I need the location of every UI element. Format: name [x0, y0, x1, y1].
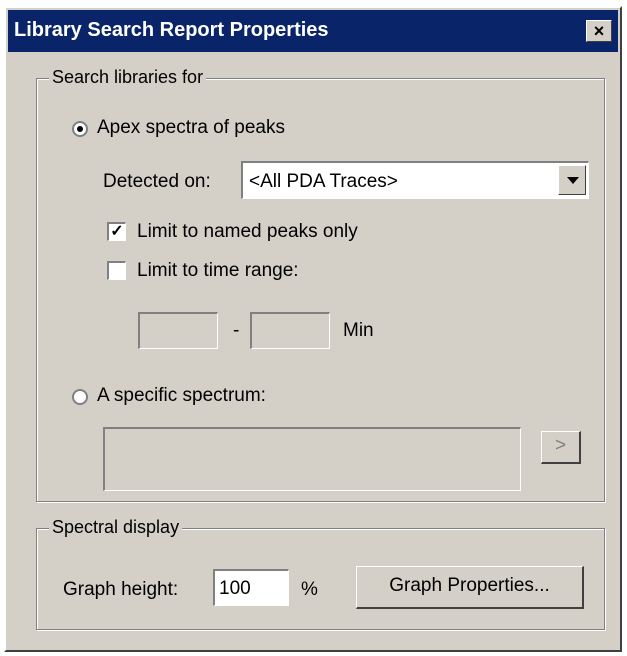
time-unit-label: Min	[343, 320, 374, 341]
graph-properties-label: Graph Properties...	[389, 575, 550, 596]
dialog-title: Library Search Report Properties	[14, 19, 329, 41]
graph-height-value: 100	[219, 578, 251, 599]
browse-spectrum-label: >	[554, 435, 567, 456]
close-button[interactable]: ×	[586, 20, 612, 42]
specific-spectrum-field[interactable]	[103, 427, 521, 491]
chevron-down-icon[interactable]	[558, 165, 586, 195]
spectral-display-group: Spectral display Graph height: 100 % Gra…	[36, 517, 605, 630]
graph-height-input[interactable]: 100	[213, 569, 289, 606]
limit-time-range-checkbox[interactable]	[107, 261, 126, 280]
library-search-report-properties-dialog: Library Search Report Properties × Searc…	[4, 6, 622, 652]
detected-on-value: <All PDA Traces>	[249, 171, 398, 192]
title-bar[interactable]: Library Search Report Properties ×	[8, 10, 618, 52]
browse-spectrum-button[interactable]: >	[541, 431, 581, 464]
percent-label: %	[301, 579, 318, 600]
search-libraries-group: Search libraries for Apex spectra of pea…	[36, 67, 605, 502]
limit-named-peaks-label[interactable]: Limit to named peaks only	[137, 221, 358, 243]
apex-spectra-label[interactable]: Apex spectra of peaks	[97, 117, 285, 139]
graph-height-label: Graph height:	[63, 579, 179, 600]
search-libraries-legend: Search libraries for	[49, 67, 207, 88]
specific-spectrum-radio[interactable]	[72, 389, 88, 405]
close-icon: ×	[593, 21, 605, 41]
time-range-separator: -	[233, 320, 240, 341]
detected-on-dropdown[interactable]: <All PDA Traces>	[241, 161, 589, 199]
detected-on-label: Detected on:	[103, 171, 211, 192]
time-from-field[interactable]	[138, 312, 218, 349]
specific-spectrum-label[interactable]: A specific spectrum:	[97, 385, 266, 407]
time-to-field[interactable]	[250, 312, 330, 349]
apex-spectra-radio[interactable]	[72, 121, 88, 137]
spectral-display-legend: Spectral display	[49, 517, 183, 538]
limit-named-peaks-checkbox[interactable]: ✓	[107, 222, 126, 241]
limit-time-range-label[interactable]: Limit to time range:	[137, 260, 299, 282]
graph-properties-button[interactable]: Graph Properties...	[356, 566, 584, 609]
